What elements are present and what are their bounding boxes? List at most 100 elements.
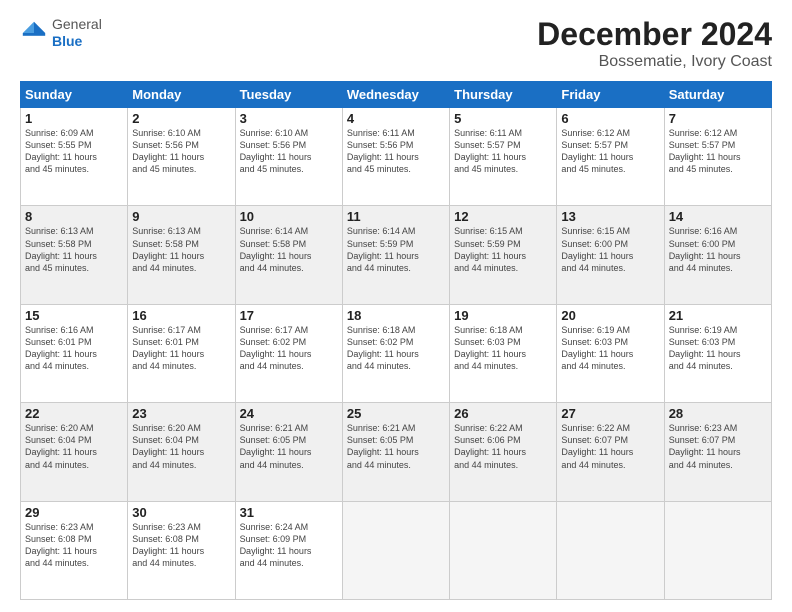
header-cell-tuesday: Tuesday	[235, 82, 342, 108]
calendar-cell: 25Sunrise: 6:21 AM Sunset: 6:05 PM Dayli…	[342, 403, 449, 501]
day-number: 22	[25, 406, 123, 421]
day-number: 5	[454, 111, 552, 126]
calendar-page: General Blue December 2024 Bossematie, I…	[0, 0, 792, 612]
day-number: 14	[669, 209, 767, 224]
calendar-table: SundayMondayTuesdayWednesdayThursdayFrid…	[20, 81, 772, 600]
day-info: Sunrise: 6:17 AM Sunset: 6:02 PM Dayligh…	[240, 324, 338, 373]
day-number: 8	[25, 209, 123, 224]
day-info: Sunrise: 6:18 AM Sunset: 6:02 PM Dayligh…	[347, 324, 445, 373]
day-number: 10	[240, 209, 338, 224]
header-row: SundayMondayTuesdayWednesdayThursdayFrid…	[21, 82, 772, 108]
calendar-cell: 1Sunrise: 6:09 AM Sunset: 5:55 PM Daylig…	[21, 108, 128, 206]
calendar-body: 1Sunrise: 6:09 AM Sunset: 5:55 PM Daylig…	[21, 108, 772, 600]
calendar-cell: 30Sunrise: 6:23 AM Sunset: 6:08 PM Dayli…	[128, 501, 235, 599]
day-info: Sunrise: 6:18 AM Sunset: 6:03 PM Dayligh…	[454, 324, 552, 373]
calendar-cell: 3Sunrise: 6:10 AM Sunset: 5:56 PM Daylig…	[235, 108, 342, 206]
calendar-cell: 16Sunrise: 6:17 AM Sunset: 6:01 PM Dayli…	[128, 304, 235, 402]
day-number: 3	[240, 111, 338, 126]
calendar-header: SundayMondayTuesdayWednesdayThursdayFrid…	[21, 82, 772, 108]
calendar-cell: 8Sunrise: 6:13 AM Sunset: 5:58 PM Daylig…	[21, 206, 128, 304]
calendar-week-3: 15Sunrise: 6:16 AM Sunset: 6:01 PM Dayli…	[21, 304, 772, 402]
day-info: Sunrise: 6:21 AM Sunset: 6:05 PM Dayligh…	[240, 422, 338, 471]
calendar-cell: 11Sunrise: 6:14 AM Sunset: 5:59 PM Dayli…	[342, 206, 449, 304]
day-info: Sunrise: 6:24 AM Sunset: 6:09 PM Dayligh…	[240, 521, 338, 570]
logo-icon	[20, 19, 48, 47]
logo-blue: Blue	[52, 33, 82, 49]
day-info: Sunrise: 6:14 AM Sunset: 5:59 PM Dayligh…	[347, 225, 445, 274]
calendar-cell: 28Sunrise: 6:23 AM Sunset: 6:07 PM Dayli…	[664, 403, 771, 501]
day-number: 12	[454, 209, 552, 224]
day-number: 2	[132, 111, 230, 126]
day-number: 30	[132, 505, 230, 520]
header-cell-saturday: Saturday	[664, 82, 771, 108]
day-info: Sunrise: 6:19 AM Sunset: 6:03 PM Dayligh…	[561, 324, 659, 373]
day-info: Sunrise: 6:22 AM Sunset: 6:07 PM Dayligh…	[561, 422, 659, 471]
day-info: Sunrise: 6:16 AM Sunset: 6:00 PM Dayligh…	[669, 225, 767, 274]
calendar-cell: 26Sunrise: 6:22 AM Sunset: 6:06 PM Dayli…	[450, 403, 557, 501]
day-number: 29	[25, 505, 123, 520]
logo: General Blue	[20, 16, 102, 50]
logo-general: General	[52, 16, 102, 32]
day-info: Sunrise: 6:15 AM Sunset: 5:59 PM Dayligh…	[454, 225, 552, 274]
day-info: Sunrise: 6:10 AM Sunset: 5:56 PM Dayligh…	[240, 127, 338, 176]
day-number: 1	[25, 111, 123, 126]
day-number: 15	[25, 308, 123, 323]
calendar-cell: 10Sunrise: 6:14 AM Sunset: 5:58 PM Dayli…	[235, 206, 342, 304]
calendar-cell	[450, 501, 557, 599]
day-info: Sunrise: 6:19 AM Sunset: 6:03 PM Dayligh…	[669, 324, 767, 373]
header-cell-sunday: Sunday	[21, 82, 128, 108]
calendar-cell: 4Sunrise: 6:11 AM Sunset: 5:56 PM Daylig…	[342, 108, 449, 206]
calendar-cell: 22Sunrise: 6:20 AM Sunset: 6:04 PM Dayli…	[21, 403, 128, 501]
day-number: 25	[347, 406, 445, 421]
calendar-week-1: 1Sunrise: 6:09 AM Sunset: 5:55 PM Daylig…	[21, 108, 772, 206]
header: General Blue December 2024 Bossematie, I…	[20, 16, 772, 71]
day-info: Sunrise: 6:17 AM Sunset: 6:01 PM Dayligh…	[132, 324, 230, 373]
day-info: Sunrise: 6:16 AM Sunset: 6:01 PM Dayligh…	[25, 324, 123, 373]
header-cell-monday: Monday	[128, 82, 235, 108]
day-number: 27	[561, 406, 659, 421]
calendar-cell: 12Sunrise: 6:15 AM Sunset: 5:59 PM Dayli…	[450, 206, 557, 304]
day-info: Sunrise: 6:09 AM Sunset: 5:55 PM Dayligh…	[25, 127, 123, 176]
day-info: Sunrise: 6:20 AM Sunset: 6:04 PM Dayligh…	[25, 422, 123, 471]
day-info: Sunrise: 6:12 AM Sunset: 5:57 PM Dayligh…	[561, 127, 659, 176]
day-info: Sunrise: 6:15 AM Sunset: 6:00 PM Dayligh…	[561, 225, 659, 274]
calendar-cell: 19Sunrise: 6:18 AM Sunset: 6:03 PM Dayli…	[450, 304, 557, 402]
day-info: Sunrise: 6:14 AM Sunset: 5:58 PM Dayligh…	[240, 225, 338, 274]
calendar-cell: 17Sunrise: 6:17 AM Sunset: 6:02 PM Dayli…	[235, 304, 342, 402]
day-info: Sunrise: 6:21 AM Sunset: 6:05 PM Dayligh…	[347, 422, 445, 471]
day-number: 28	[669, 406, 767, 421]
day-number: 18	[347, 308, 445, 323]
calendar-cell: 15Sunrise: 6:16 AM Sunset: 6:01 PM Dayli…	[21, 304, 128, 402]
calendar-cell: 13Sunrise: 6:15 AM Sunset: 6:00 PM Dayli…	[557, 206, 664, 304]
day-number: 6	[561, 111, 659, 126]
day-number: 26	[454, 406, 552, 421]
day-info: Sunrise: 6:23 AM Sunset: 6:08 PM Dayligh…	[25, 521, 123, 570]
day-info: Sunrise: 6:10 AM Sunset: 5:56 PM Dayligh…	[132, 127, 230, 176]
calendar-subtitle: Bossematie, Ivory Coast	[537, 53, 772, 71]
day-info: Sunrise: 6:23 AM Sunset: 6:07 PM Dayligh…	[669, 422, 767, 471]
day-info: Sunrise: 6:22 AM Sunset: 6:06 PM Dayligh…	[454, 422, 552, 471]
calendar-cell	[342, 501, 449, 599]
calendar-title: December 2024	[537, 16, 772, 53]
calendar-cell: 2Sunrise: 6:10 AM Sunset: 5:56 PM Daylig…	[128, 108, 235, 206]
calendar-cell: 21Sunrise: 6:19 AM Sunset: 6:03 PM Dayli…	[664, 304, 771, 402]
calendar-week-4: 22Sunrise: 6:20 AM Sunset: 6:04 PM Dayli…	[21, 403, 772, 501]
title-block: December 2024 Bossematie, Ivory Coast	[537, 16, 772, 71]
day-number: 17	[240, 308, 338, 323]
day-number: 19	[454, 308, 552, 323]
calendar-cell	[557, 501, 664, 599]
calendar-cell: 29Sunrise: 6:23 AM Sunset: 6:08 PM Dayli…	[21, 501, 128, 599]
day-info: Sunrise: 6:13 AM Sunset: 5:58 PM Dayligh…	[132, 225, 230, 274]
day-info: Sunrise: 6:11 AM Sunset: 5:57 PM Dayligh…	[454, 127, 552, 176]
logo-text: General Blue	[52, 16, 102, 50]
day-info: Sunrise: 6:20 AM Sunset: 6:04 PM Dayligh…	[132, 422, 230, 471]
day-number: 7	[669, 111, 767, 126]
calendar-week-5: 29Sunrise: 6:23 AM Sunset: 6:08 PM Dayli…	[21, 501, 772, 599]
calendar-cell: 27Sunrise: 6:22 AM Sunset: 6:07 PM Dayli…	[557, 403, 664, 501]
day-number: 16	[132, 308, 230, 323]
calendar-cell: 6Sunrise: 6:12 AM Sunset: 5:57 PM Daylig…	[557, 108, 664, 206]
day-number: 4	[347, 111, 445, 126]
calendar-cell: 31Sunrise: 6:24 AM Sunset: 6:09 PM Dayli…	[235, 501, 342, 599]
day-number: 24	[240, 406, 338, 421]
day-number: 13	[561, 209, 659, 224]
